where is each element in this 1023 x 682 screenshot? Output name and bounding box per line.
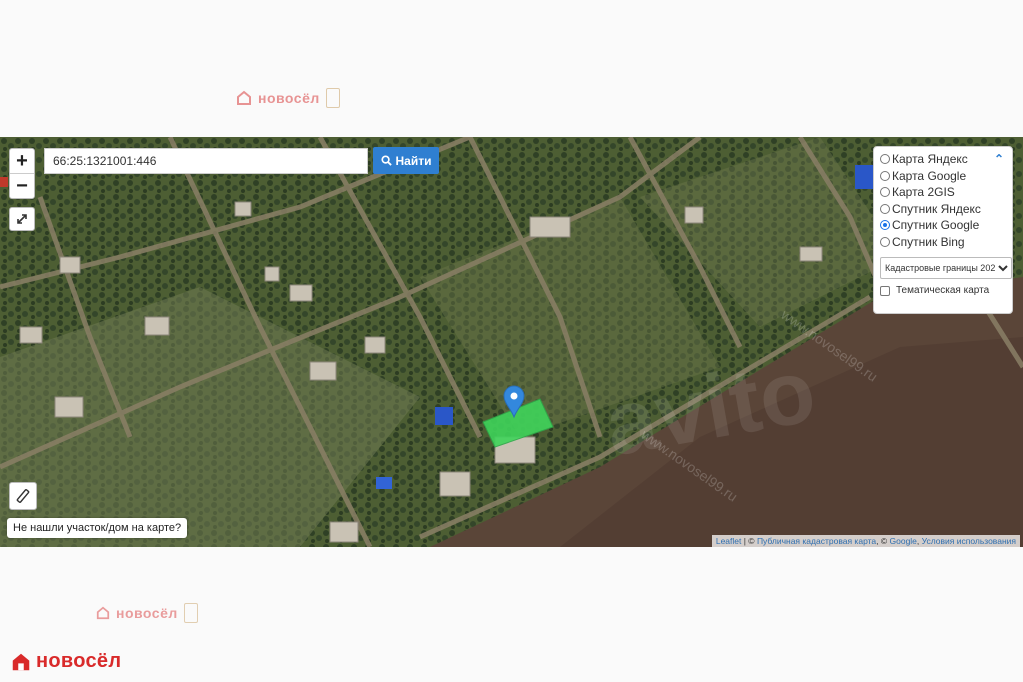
layer-label: Карта Google bbox=[892, 168, 967, 183]
layer-radio[interactable] bbox=[880, 170, 890, 181]
satellite-imagery: avito www.novosel99.ru www.novosel99.ru bbox=[0, 137, 1023, 547]
find-button[interactable]: Найти bbox=[373, 147, 439, 174]
fullscreen-button[interactable] bbox=[9, 207, 35, 231]
watermark-middle: новосёл bbox=[96, 603, 198, 623]
watermark-brand: новосёл bbox=[258, 90, 320, 106]
layer-radio[interactable] bbox=[880, 220, 890, 231]
cadastral-search-input[interactable] bbox=[44, 148, 368, 174]
ruler-icon bbox=[16, 489, 30, 503]
layer-radio[interactable] bbox=[880, 203, 890, 214]
ruler-button[interactable] bbox=[9, 482, 37, 510]
map-attribution: Leaflet | © Публичная кадастровая карта,… bbox=[711, 535, 1020, 547]
expand-icon bbox=[17, 214, 27, 224]
layer-label: Спутник Яндекс bbox=[892, 201, 981, 216]
leaflet-link[interactable]: Leaflet bbox=[716, 536, 742, 546]
watermark-top: новосёл bbox=[236, 88, 340, 108]
house-logo-icon bbox=[237, 90, 251, 105]
layer-option[interactable]: Карта Яндекс bbox=[880, 151, 1006, 168]
attribution-sep: | © bbox=[741, 536, 757, 546]
layer-option[interactable]: Спутник Яндекс bbox=[880, 201, 1006, 218]
overlay-select[interactable]: Кадастровые границы 2024 bbox=[880, 257, 1012, 279]
layer-radio[interactable] bbox=[880, 236, 890, 247]
layer-option[interactable]: Карта Google bbox=[880, 168, 1006, 185]
brand-logo: новосёл bbox=[10, 650, 121, 673]
google-link[interactable]: Google bbox=[890, 536, 917, 546]
house-logo-icon bbox=[96, 606, 110, 620]
layer-radio[interactable] bbox=[880, 187, 890, 198]
layer-option[interactable]: Спутник Bing bbox=[880, 234, 1006, 251]
layer-label: Карта Яндекс bbox=[892, 152, 968, 167]
layer-label: Карта 2GIS bbox=[892, 185, 955, 200]
seal-icon bbox=[325, 88, 340, 108]
map-view[interactable]: avito www.novosel99.ru www.novosel99.ru bbox=[0, 137, 1023, 547]
not-found-button[interactable]: Не нашли участок/дом на карте? bbox=[7, 518, 188, 538]
layers-panel: ⌃ Карта Яндекс Карта Google Карта 2GIS Спут… bbox=[873, 146, 1013, 314]
thematic-checkbox[interactable] bbox=[880, 285, 890, 296]
attribution-sep-2: , © bbox=[876, 536, 890, 546]
layer-label: Спутник Google bbox=[892, 218, 980, 233]
seal-icon bbox=[183, 603, 198, 623]
layer-radio[interactable] bbox=[880, 154, 890, 165]
brand-name: новосёл bbox=[36, 650, 122, 672]
terms-link[interactable]: Условия использования bbox=[922, 536, 1016, 546]
thematic-label: Тематическая карта bbox=[896, 285, 990, 296]
layer-label: Спутник Bing bbox=[892, 234, 965, 249]
zoom-out-button[interactable]: − bbox=[10, 173, 34, 198]
zoom-in-button[interactable]: + bbox=[10, 149, 34, 173]
house-logo-icon bbox=[12, 653, 30, 670]
zoom-control: + − bbox=[9, 148, 35, 199]
chevron-up-icon[interactable]: ⌃ bbox=[994, 152, 1004, 166]
watermark-brand: новосёл bbox=[116, 605, 178, 621]
thematic-map-option[interactable]: Тематическая карта bbox=[880, 285, 1006, 296]
cadastral-map-link[interactable]: Публичная кадастровая карта bbox=[757, 536, 876, 546]
find-button-label: Найти bbox=[395, 153, 432, 168]
layer-option[interactable]: Карта 2GIS bbox=[880, 184, 1006, 201]
layer-option[interactable]: Спутник Google bbox=[880, 217, 1006, 234]
search-icon bbox=[380, 155, 392, 166]
